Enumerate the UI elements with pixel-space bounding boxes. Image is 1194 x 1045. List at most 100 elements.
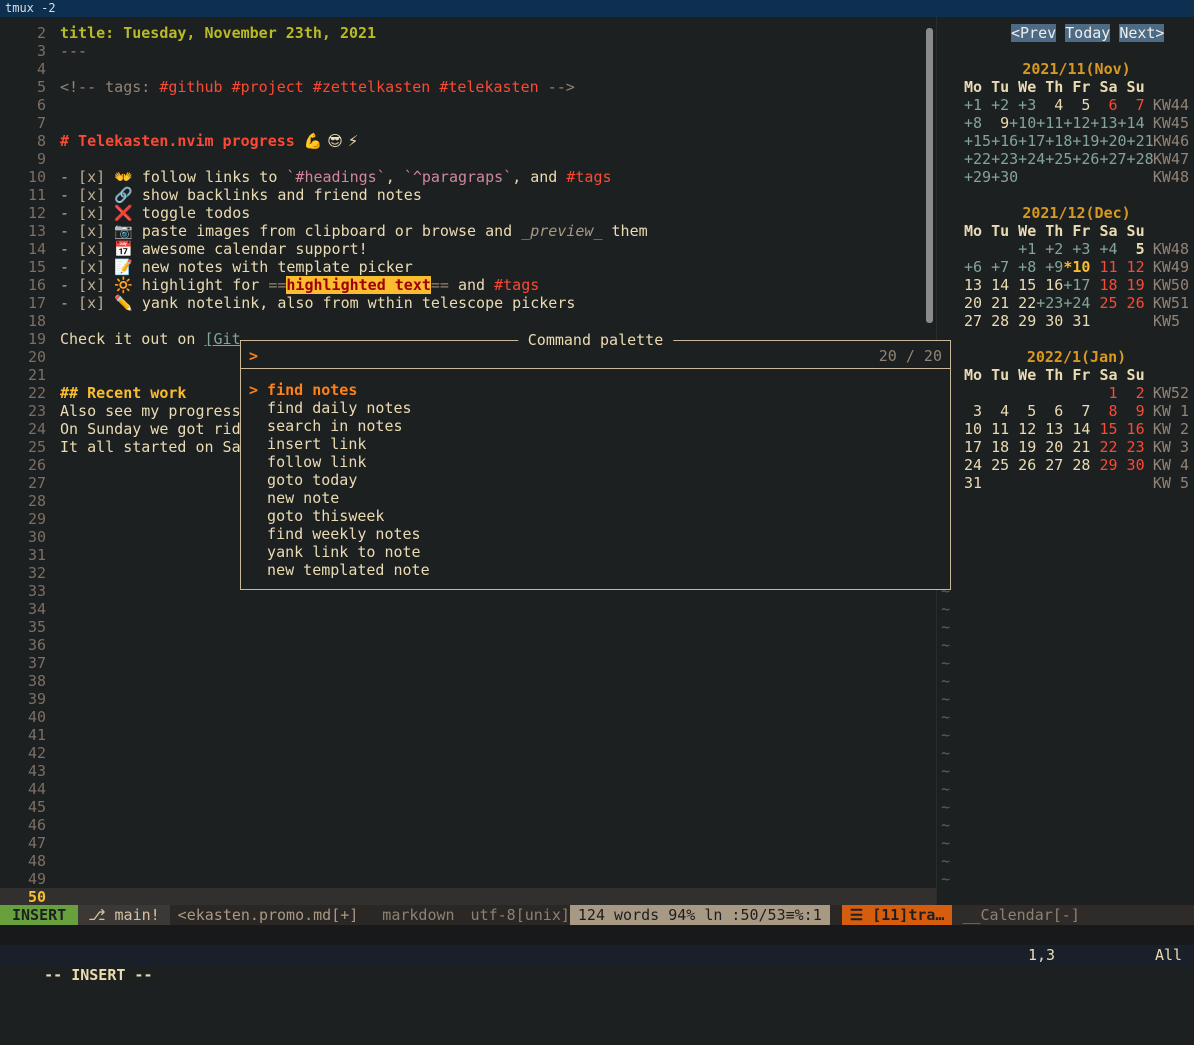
text-segment: 📅: [114, 240, 133, 258]
calendar-week-row[interactable]: 13 14 15 16+17 18 19KW50: [964, 276, 1189, 294]
palette-item[interactable]: > find notes: [249, 381, 950, 399]
palette-item[interactable]: goto today: [249, 471, 950, 489]
calendar-week-row[interactable]: +6 +7 +8 +9*10 11 12KW49: [964, 258, 1189, 276]
editor-line[interactable]: 49: [0, 870, 936, 888]
calendar-days[interactable]: 24 25 26 27 28 29 30: [964, 456, 1153, 474]
editor-line[interactable]: 35: [0, 618, 936, 636]
calendar-days[interactable]: +8 9+10+11+12+13+14: [964, 114, 1153, 132]
editor-line[interactable]: 50: [0, 888, 936, 905]
calendar-prev-button[interactable]: <Prev: [1011, 24, 1056, 42]
calendar-days[interactable]: +1 +2 +3 +4 5: [964, 240, 1153, 258]
editor-line[interactable]: 37: [0, 654, 936, 672]
editor-line[interactable]: 18: [0, 312, 936, 330]
editor-line[interactable]: 41: [0, 726, 936, 744]
empty-line-tilde: ~: [937, 798, 1194, 816]
calendar-week-row[interactable]: +1 +2 +3 +4 5KW48: [964, 240, 1189, 258]
calendar-days[interactable]: 27 28 29 30 31: [964, 312, 1153, 330]
week-number: KW 4: [1153, 456, 1189, 474]
palette-item[interactable]: new note: [249, 489, 950, 507]
calendar-week-row[interactable]: +29+30KW48: [964, 168, 1189, 186]
editor-line[interactable]: 7: [0, 114, 936, 132]
palette-item[interactable]: find daily notes: [249, 399, 950, 417]
line-number: 43: [0, 762, 46, 780]
editor-line[interactable]: 42: [0, 744, 936, 762]
calendar-week-row[interactable]: +22+23+24+25+26+27+28KW47: [964, 150, 1189, 168]
editor-line[interactable]: 43: [0, 762, 936, 780]
editor-line[interactable]: 11- [x] 🔗 show backlinks and friend note…: [0, 186, 936, 204]
palette-item[interactable]: search in notes: [249, 417, 950, 435]
week-number: KW 3: [1153, 438, 1189, 456]
calendar-week-row[interactable]: 20 21 22+23+24 25 26KW51: [964, 294, 1189, 312]
calendar-month-title: 2022/1(Jan): [964, 348, 1189, 366]
editor-line[interactable]: 34: [0, 600, 936, 618]
editor-line[interactable]: 36: [0, 636, 936, 654]
text-segment: Check it out on: [60, 330, 205, 348]
text-segment: [304, 78, 313, 96]
calendar-week-row[interactable]: +1 +2 +3 4 5 6 7KW44: [964, 96, 1189, 114]
calendar-week-row[interactable]: 10 11 12 13 14 15 16KW 2: [964, 420, 1189, 438]
palette-item[interactable]: yank link to note: [249, 543, 950, 561]
calendar-days[interactable]: 3 4 5 6 7 8 9: [964, 402, 1153, 420]
calendar-week-row[interactable]: 17 18 19 20 21 22 23KW 3: [964, 438, 1189, 456]
calendar-next-button[interactable]: Next>: [1119, 24, 1164, 42]
calendar-days[interactable]: 31: [964, 474, 1153, 492]
editor-line[interactable]: 17- [x] ✏️ yank notelink, also from wthi…: [0, 294, 936, 312]
text-segment: ## Recent work: [60, 384, 186, 402]
palette-item[interactable]: goto thisweek: [249, 507, 950, 525]
calendar-days[interactable]: +15+16+17+18+19+20+21: [964, 132, 1153, 150]
calendar-days[interactable]: +1 +2 +3 4 5 6 7: [964, 96, 1153, 114]
editor-line[interactable]: 39: [0, 690, 936, 708]
calendar-week-row[interactable]: +8 9+10+11+12+13+14KW45: [964, 114, 1189, 132]
calendar-days[interactable]: 1 2: [964, 384, 1153, 402]
editor-line[interactable]: 13- [x] 📷 paste images from clipboard or…: [0, 222, 936, 240]
editor-line[interactable]: 6: [0, 96, 936, 114]
editor-line[interactable]: 48: [0, 852, 936, 870]
calendar-today-button[interactable]: Today: [1065, 24, 1110, 42]
editor-line[interactable]: 3---: [0, 42, 936, 60]
editor-line[interactable]: 47: [0, 834, 936, 852]
editor-line[interactable]: 16- [x] 🔆 highlight for ==highlighted te…: [0, 276, 936, 294]
palette-item[interactable]: insert link: [249, 435, 950, 453]
palette-item[interactable]: new templated note: [249, 561, 950, 579]
calendar-days[interactable]: 13 14 15 16+17 18 19: [964, 276, 1153, 294]
editor-line[interactable]: 46: [0, 816, 936, 834]
editor-line[interactable]: 10- [x] 👐 follow links to `#headings`, `…: [0, 168, 936, 186]
calendar-days[interactable]: 17 18 19 20 21 22 23: [964, 438, 1153, 456]
week-number: KW51: [1153, 294, 1189, 312]
calendar-week-row[interactable]: 24 25 26 27 28 29 30KW 4: [964, 456, 1189, 474]
line-number: 4: [0, 60, 46, 78]
text-segment: +17: [1063, 276, 1090, 294]
editor-line[interactable]: 38: [0, 672, 936, 690]
text-segment: <!-- tags:: [60, 78, 159, 96]
calendar-week-row[interactable]: 1 2KW52: [964, 384, 1189, 402]
editor-line[interactable]: 9: [0, 150, 936, 168]
palette-item[interactable]: find weekly notes: [249, 525, 950, 543]
calendar-days[interactable]: +22+23+24+25+26+27+28: [964, 150, 1153, 168]
line-content: - [x] 🔗 show backlinks and friend notes: [60, 186, 422, 204]
empty-line-tilde: ~: [937, 582, 1194, 600]
editor-line[interactable]: 4: [0, 60, 936, 78]
calendar-days[interactable]: 10 11 12 13 14 15 16: [964, 420, 1153, 438]
editor-line[interactable]: 5<!-- tags: #github #project #zettelkast…: [0, 78, 936, 96]
calendar-days[interactable]: +29+30: [964, 168, 1153, 186]
editor-line[interactable]: 8# Telekasten.nvim progress 💪 😎 ⚡: [0, 132, 936, 150]
text-segment: and: [449, 276, 494, 294]
calendar-week-row[interactable]: 27 28 29 30 31KW5: [964, 312, 1189, 330]
calendar-week-row[interactable]: 3 4 5 6 7 8 9KW 1: [964, 402, 1189, 420]
editor-line[interactable]: 45: [0, 798, 936, 816]
scrollbar-thumb[interactable]: [926, 28, 933, 323]
editor-line[interactable]: 14- [x] 📅 awesome calendar support!: [0, 240, 936, 258]
calendar-week-row[interactable]: 31KW 5: [964, 474, 1189, 492]
calendar-days[interactable]: +6 +7 +8 +9*10 11 12: [964, 258, 1153, 276]
command-line[interactable]: :lua require('telekasten').panel(): [0, 925, 1194, 945]
editor-line[interactable]: 40: [0, 708, 936, 726]
editor-line[interactable]: 12- [x] ❌ toggle todos: [0, 204, 936, 222]
line-number: 21: [0, 366, 46, 384]
calendar-days[interactable]: 20 21 22+23+24 25 26: [964, 294, 1153, 312]
editor-line[interactable]: 15- [x] 📝 new notes with template picker: [0, 258, 936, 276]
calendar-week-row[interactable]: +15+16+17+18+19+20+21KW46: [964, 132, 1189, 150]
editor-line[interactable]: 44: [0, 780, 936, 798]
empty-line-tilde: ~: [937, 528, 1194, 546]
editor-line[interactable]: 2title: Tuesday, November 23th, 2021: [0, 24, 936, 42]
palette-item[interactable]: follow link: [249, 453, 950, 471]
